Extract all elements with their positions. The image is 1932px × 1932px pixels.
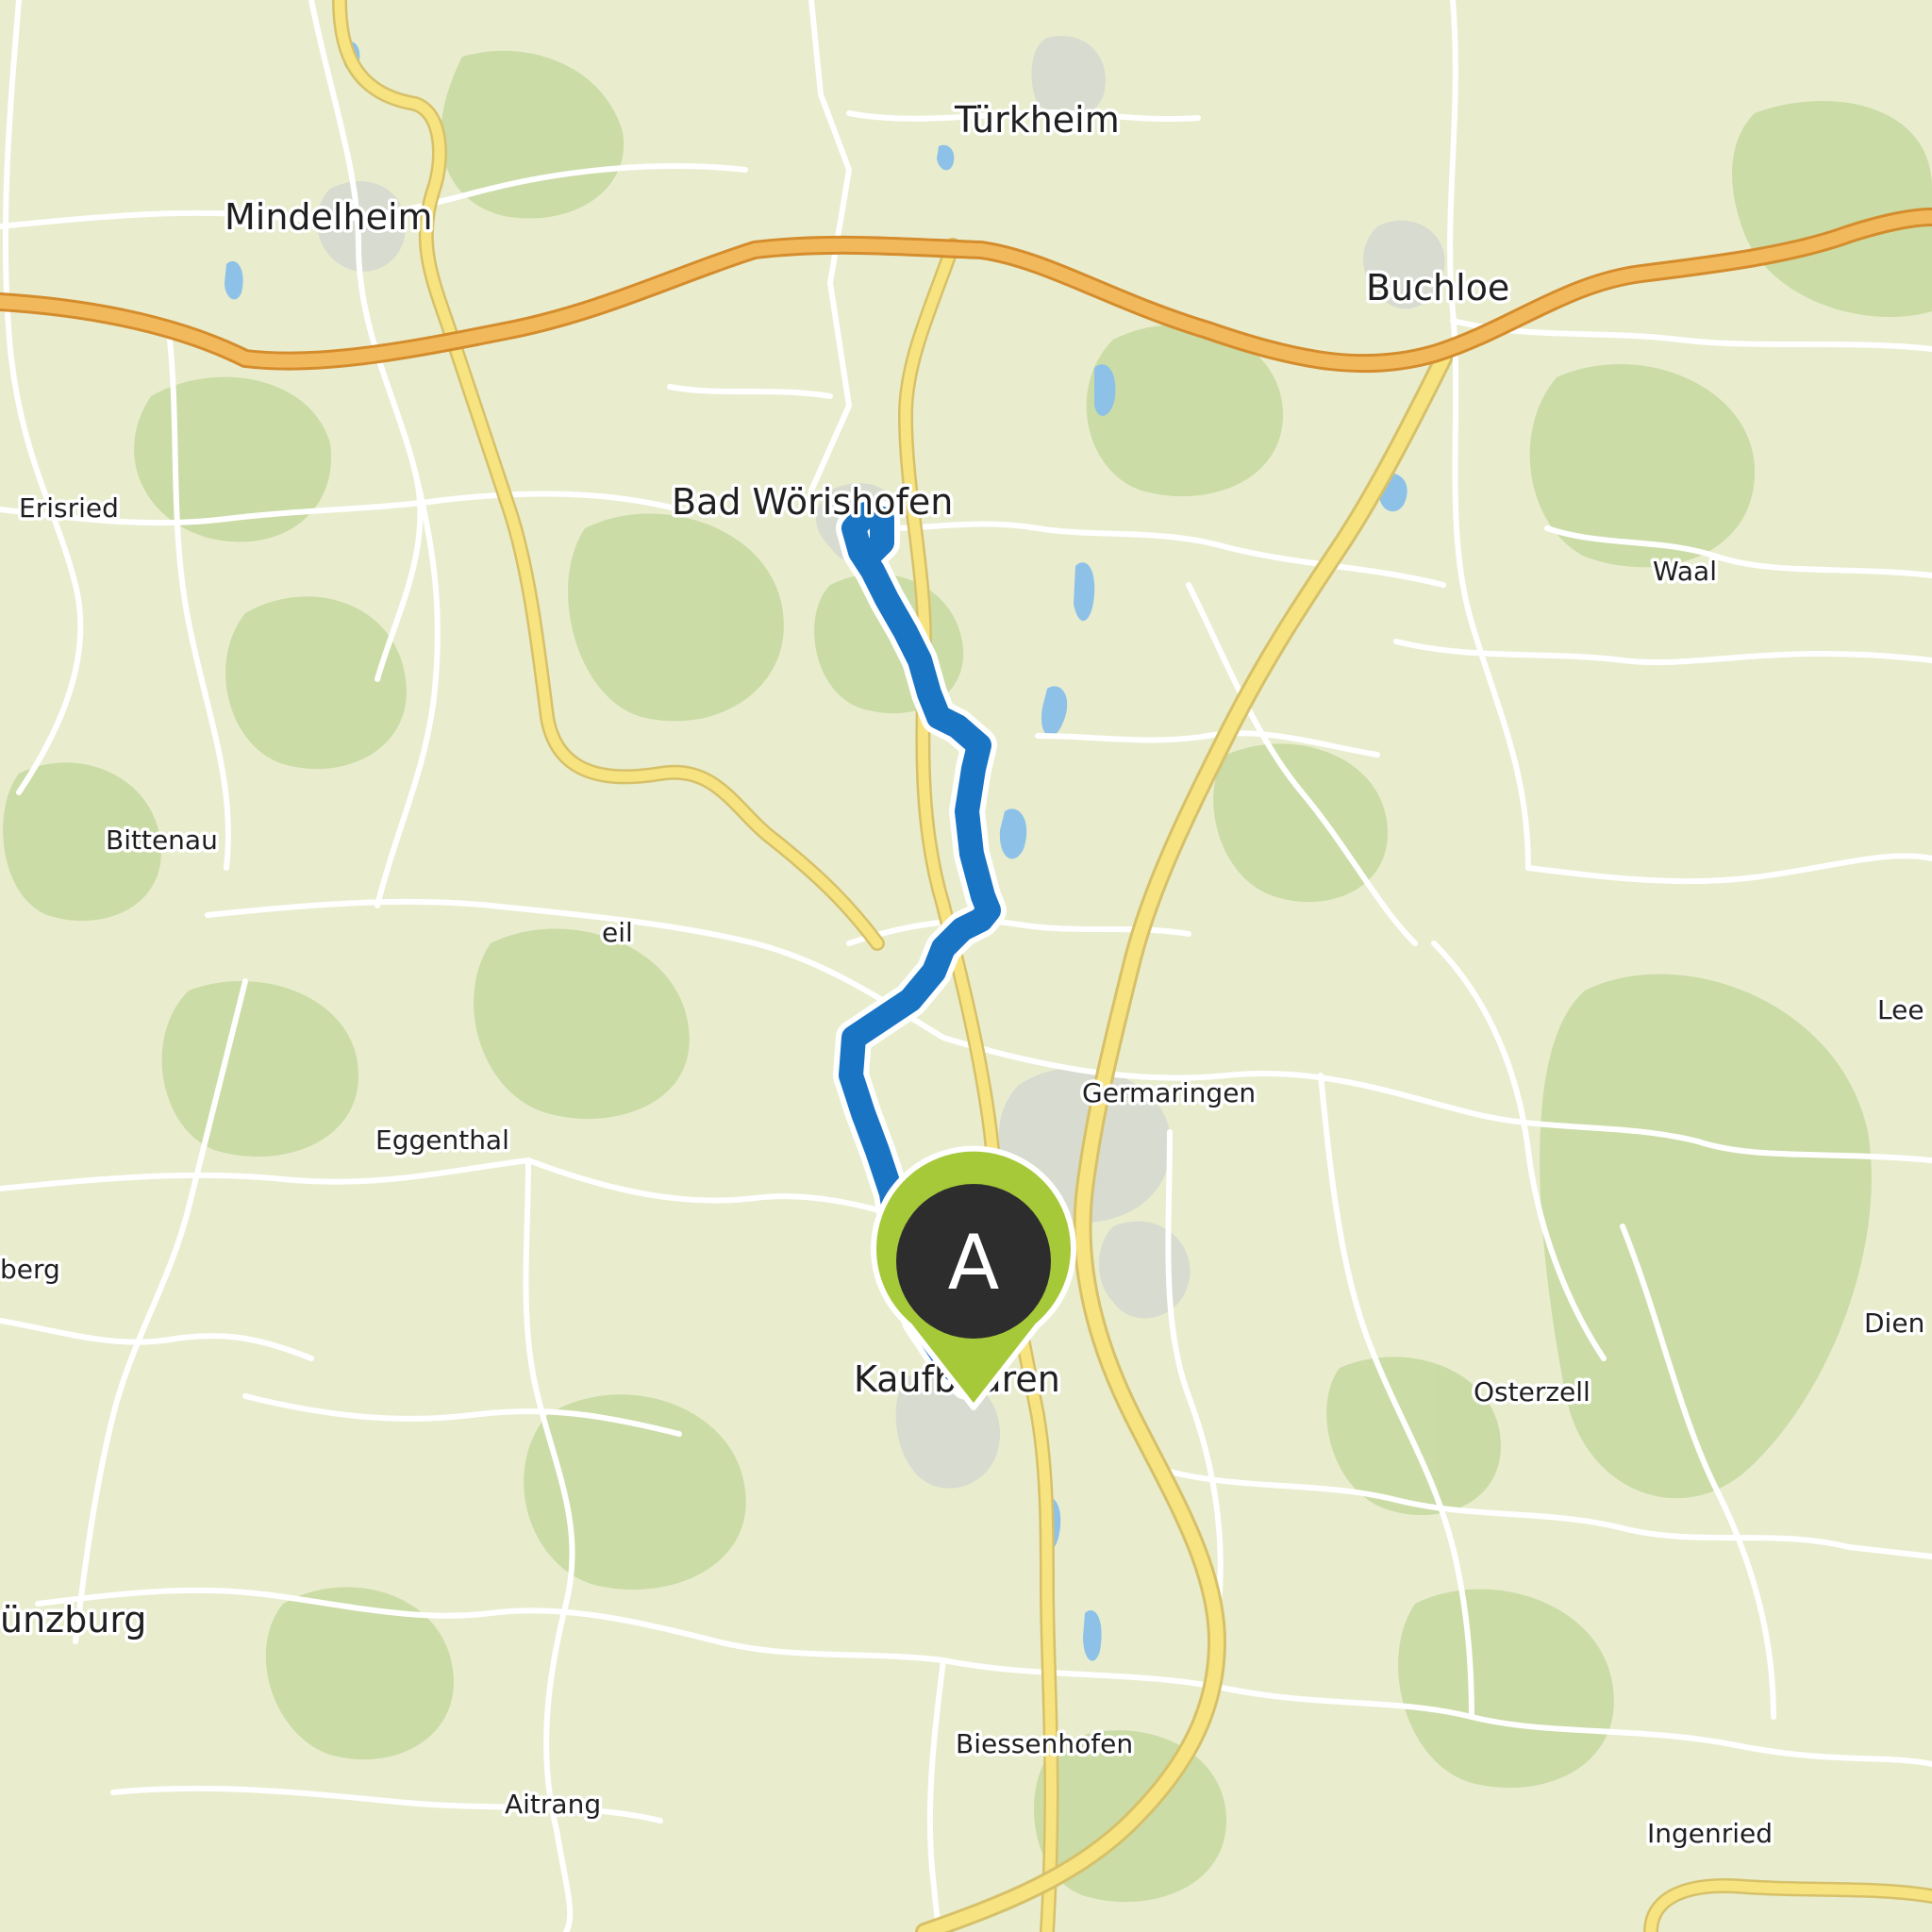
place-label: Mindelheim xyxy=(225,196,433,238)
place-label: Germaringen xyxy=(1082,1077,1256,1108)
map-canvas[interactable]: Türkheim Mindelheim Buchloe Bad Wörishof… xyxy=(0,0,1932,1932)
place-label: ünzburg xyxy=(0,1599,146,1641)
place-label: Bad Wörishofen xyxy=(672,481,953,523)
place-label: eil xyxy=(602,917,633,948)
place-label: Erisried xyxy=(19,492,119,524)
place-label: Aitrang xyxy=(505,1789,601,1820)
place-label: Dien xyxy=(1864,1307,1924,1339)
place-label: Bittenau xyxy=(106,824,218,856)
place-label: Biessenhofen xyxy=(956,1728,1133,1759)
place-label: Osterzell xyxy=(1474,1376,1591,1407)
place-label: Waal xyxy=(1653,556,1717,587)
marker-label: A xyxy=(948,1219,1000,1307)
place-label: berg xyxy=(0,1254,60,1285)
place-label: Lee xyxy=(1877,994,1924,1025)
place-label: Türkheim xyxy=(954,99,1120,141)
place-label: Eggenthal xyxy=(375,1124,509,1156)
place-label: Ingenried xyxy=(1647,1818,1773,1849)
place-label: Buchloe xyxy=(1366,267,1509,308)
